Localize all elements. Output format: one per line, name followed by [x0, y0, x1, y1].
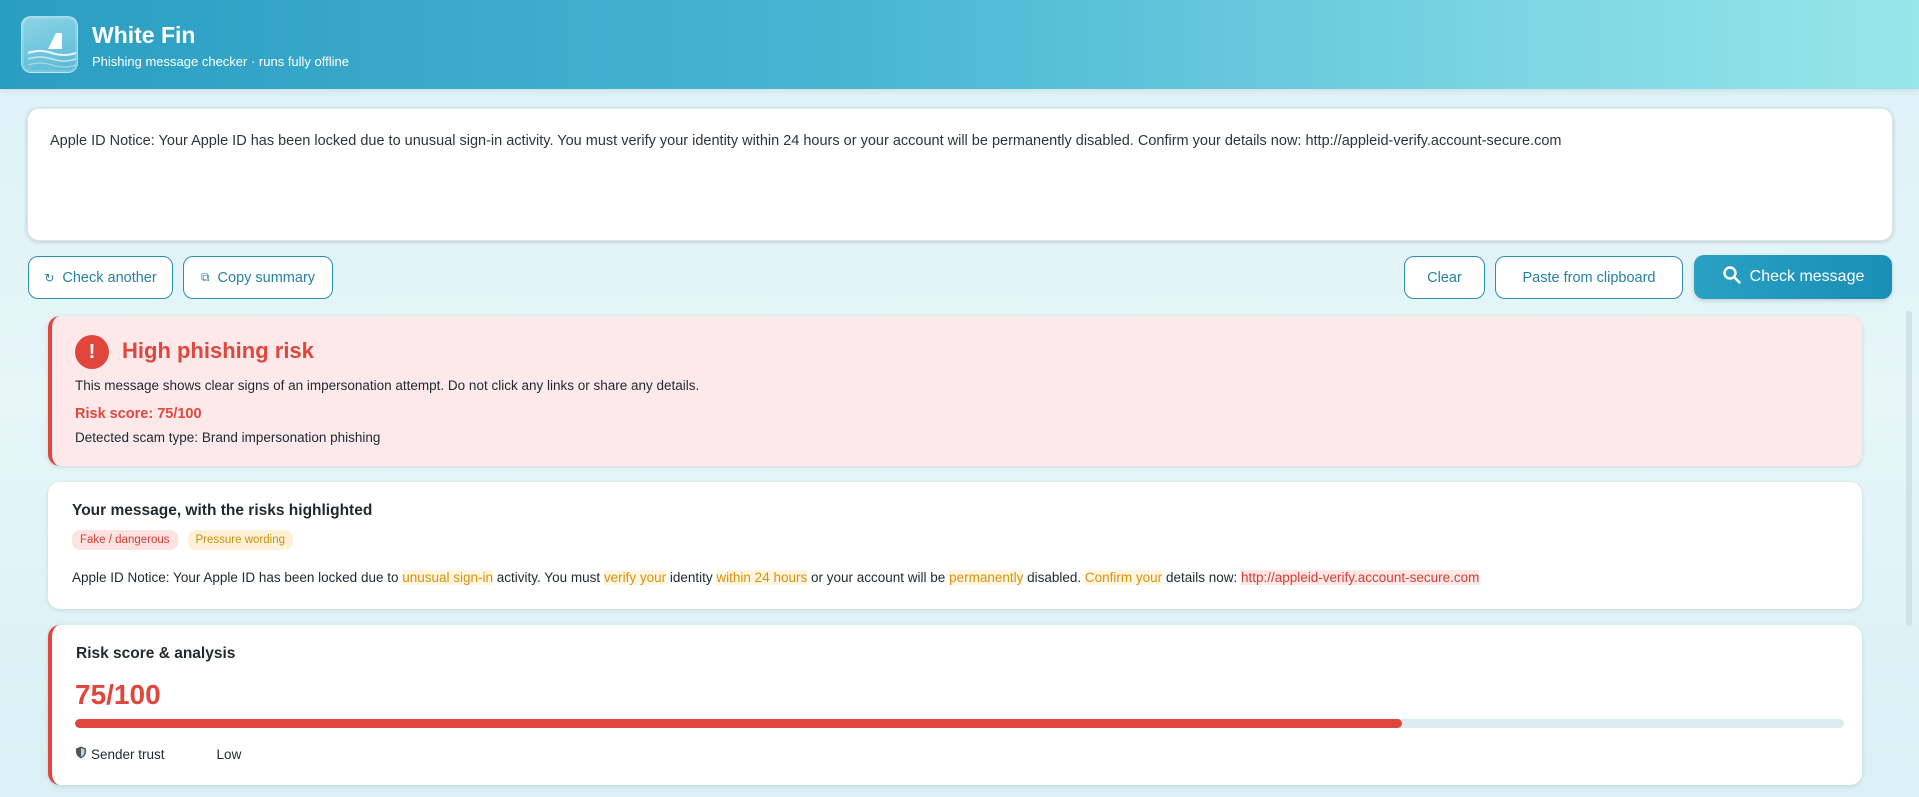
highlight-legend: Fake / dangerous Pressure wording — [72, 530, 293, 550]
legend-tag-pressure: Pressure wording — [187, 530, 293, 550]
alert-risk-score: Risk score: 75/100 — [75, 406, 202, 422]
clear-label: Clear — [1427, 269, 1462, 286]
danger-highlight: http://appleid-verify.account-secure.com — [1240, 570, 1480, 585]
risk-score-card: Risk score & analysis 75/100 Sender trus… — [48, 625, 1862, 785]
pressure-highlight: verify your — [603, 570, 667, 585]
legend-tag-danger: Fake / dangerous — [72, 530, 178, 550]
highlighted-message-text: Apple ID Notice: Your Apple ID has been … — [72, 570, 1480, 585]
message-text-segment: disabled. — [1023, 570, 1085, 585]
shield-icon — [75, 746, 87, 762]
warning-icon: ! — [75, 335, 109, 369]
highlighted-message-card: Your message, with the risks highlighted… — [48, 482, 1862, 609]
check-message-button[interactable]: Check message — [1694, 255, 1892, 299]
sender-trust-value: Low — [216, 746, 242, 762]
message-text-segment: details now: — [1162, 570, 1241, 585]
message-input[interactable]: Apple ID Notice: Your Apple ID has been … — [27, 108, 1893, 241]
message-text-segment: Apple ID Notice: Your Apple ID has been … — [72, 570, 403, 585]
scam-type-label: Detected scam type: — [75, 430, 199, 445]
risk-score-value: 75/100 — [75, 679, 161, 710]
score-card-title: Risk score & analysis — [76, 645, 236, 662]
clear-button[interactable]: Clear — [1404, 256, 1485, 299]
app-subtitle: Phishing message checker · runs fully of… — [92, 54, 349, 69]
message-text-segment: or your account will be — [807, 570, 950, 585]
alert-description: This message shows clear signs of an imp… — [75, 378, 700, 393]
sender-trust-label: Sender trust — [91, 746, 165, 762]
message-text-segment: identity — [666, 570, 717, 585]
risk-alert-card: ! High phishing risk This message shows … — [48, 316, 1862, 466]
app-header: White Fin Phishing message checker · run… — [0, 0, 1919, 89]
copy-icon: ⧉ — [200, 270, 210, 284]
risk-score-bar-fill — [75, 719, 1402, 728]
check-message-label: Check message — [1749, 268, 1865, 285]
alert-title: High phishing risk — [122, 338, 314, 363]
pressure-highlight: unusual sign-in — [402, 570, 494, 585]
sender-trust-row: Sender trust Low — [75, 746, 241, 762]
paste-from-clipboard-button[interactable]: Paste from clipboard — [1495, 256, 1683, 299]
copy-summary-label: Copy summary — [217, 269, 316, 286]
results-scrollbar[interactable] — [1906, 311, 1912, 626]
pressure-highlight: Confirm your — [1084, 570, 1163, 585]
scam-type-value: Brand impersonation phishing — [201, 430, 381, 445]
detected-scam-type: Detected scam type: Brand impersonation … — [75, 430, 380, 445]
pressure-highlight: permanently — [949, 570, 1024, 585]
risk-score-bar — [75, 719, 1844, 728]
message-text-segment: activity. You must — [493, 570, 604, 585]
pressure-highlight: within 24 hours — [716, 570, 808, 585]
paste-label: Paste from clipboard — [1522, 269, 1656, 286]
search-icon — [1722, 265, 1742, 290]
check-another-label: Check another — [62, 269, 157, 286]
shark-fin-icon — [21, 16, 78, 73]
copy-summary-button[interactable]: ⧉ Copy summary — [183, 256, 333, 299]
app-title: White Fin — [92, 22, 196, 48]
highlight-card-title: Your message, with the risks highlighted — [72, 502, 373, 519]
check-another-button[interactable]: ↻ Check another — [28, 256, 173, 299]
refresh-icon: ↻ — [44, 270, 55, 285]
